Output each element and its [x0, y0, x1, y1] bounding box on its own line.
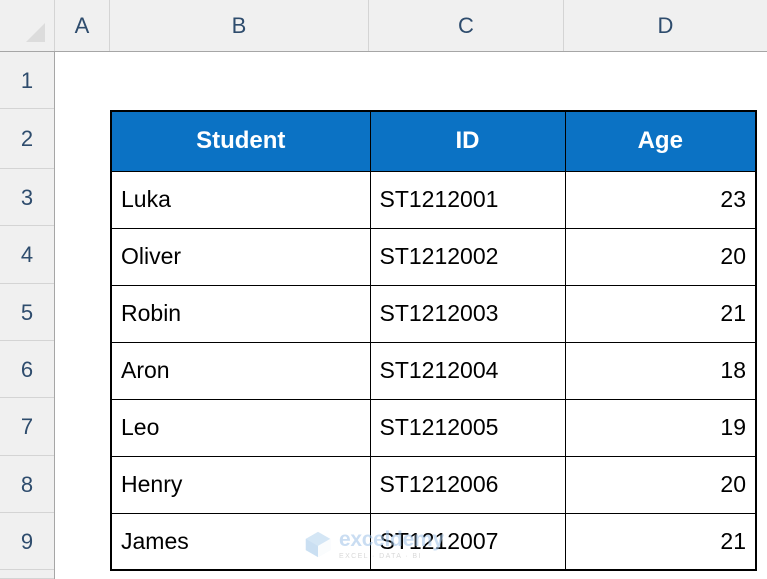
cell-student[interactable]: Aron — [110, 341, 371, 400]
table-row[interactable]: Henry ST1212006 20 — [110, 455, 757, 514]
table-header-row: Student ID Age — [110, 110, 757, 172]
row-header-5-label: 5 — [20, 300, 34, 325]
spreadsheet-grid: A B C D 1 2 3 4 5 6 7 8 9 Student ID Age… — [0, 0, 767, 579]
column-header-b[interactable]: B — [110, 0, 369, 51]
cell-id[interactable]: ST1212004 — [369, 341, 566, 400]
column-header-d[interactable]: D — [564, 0, 767, 51]
row-header-3-label: 3 — [20, 185, 34, 210]
cell-id[interactable]: ST1212007 — [369, 512, 566, 571]
row-header-10-partial[interactable] — [0, 570, 54, 579]
column-header-d-label: D — [657, 13, 674, 38]
table-row[interactable]: Leo ST1212005 19 — [110, 398, 757, 457]
column-header-c-label: C — [458, 13, 474, 38]
column-header-c[interactable]: C — [369, 0, 564, 51]
row-header-strip: 1 2 3 4 5 6 7 8 9 — [0, 52, 55, 579]
cell-age[interactable]: 23 — [564, 170, 757, 229]
cell-age[interactable]: 21 — [564, 512, 757, 571]
row-header-9-label: 9 — [20, 529, 34, 554]
cell-student[interactable]: Robin — [110, 284, 371, 343]
column-header-b-label: B — [231, 13, 247, 38]
cell-student[interactable]: James — [110, 512, 371, 571]
column-header-student[interactable]: Student — [110, 110, 371, 172]
column-header-a[interactable]: A — [55, 0, 110, 51]
student-data-table: Student ID Age Luka ST1212001 23 Oliver … — [110, 110, 757, 571]
row-header-4[interactable]: 4 — [0, 226, 54, 284]
cell-id[interactable]: ST1212006 — [369, 455, 566, 514]
cell-student[interactable]: Luka — [110, 170, 371, 229]
table-row[interactable]: Oliver ST1212002 20 — [110, 227, 757, 286]
cell-age[interactable]: 21 — [564, 284, 757, 343]
row-header-6-label: 6 — [20, 357, 34, 382]
cell-id[interactable]: ST1212001 — [369, 170, 566, 229]
cell-age[interactable]: 20 — [564, 227, 757, 286]
row-header-1-label: 1 — [20, 68, 34, 93]
row-header-7-label: 7 — [20, 414, 34, 439]
row-header-2-label: 2 — [20, 126, 34, 151]
column-header-age-label: Age — [637, 127, 683, 155]
table-row[interactable]: Robin ST1212003 21 — [110, 284, 757, 343]
table-row[interactable]: James ST1212007 21 — [110, 512, 757, 571]
cell-id[interactable]: ST1212002 — [369, 227, 566, 286]
cell-age[interactable]: 18 — [564, 341, 757, 400]
table-row[interactable]: Aron ST1212004 18 — [110, 341, 757, 400]
row-header-1[interactable]: 1 — [0, 52, 54, 109]
cell-id[interactable]: ST1212003 — [369, 284, 566, 343]
row-header-2[interactable]: 2 — [0, 109, 54, 169]
column-header-age[interactable]: Age — [564, 110, 757, 172]
column-header-student-label: Student — [196, 127, 286, 155]
table-row[interactable]: Luka ST1212001 23 — [110, 170, 757, 229]
column-header-band: A B C D — [0, 0, 767, 52]
cell-age[interactable]: 20 — [564, 455, 757, 514]
cell-age[interactable]: 19 — [564, 398, 757, 457]
cell-student[interactable]: Oliver — [110, 227, 371, 286]
select-all-triangle-icon — [26, 23, 45, 42]
row-header-6[interactable]: 6 — [0, 341, 54, 398]
column-header-id-label: ID — [455, 127, 480, 155]
cell-id[interactable]: ST1212005 — [369, 398, 566, 457]
row-header-9[interactable]: 9 — [0, 513, 54, 570]
row-header-7[interactable]: 7 — [0, 398, 54, 456]
row-header-8[interactable]: 8 — [0, 456, 54, 513]
row-header-4-label: 4 — [20, 242, 34, 267]
select-all-corner[interactable] — [0, 0, 55, 51]
column-header-a-label: A — [74, 13, 90, 38]
row-header-5[interactable]: 5 — [0, 284, 54, 341]
row-header-8-label: 8 — [20, 472, 34, 497]
column-header-id[interactable]: ID — [369, 110, 566, 172]
cell-student[interactable]: Henry — [110, 455, 371, 514]
cell-student[interactable]: Leo — [110, 398, 371, 457]
row-header-3[interactable]: 3 — [0, 169, 54, 226]
